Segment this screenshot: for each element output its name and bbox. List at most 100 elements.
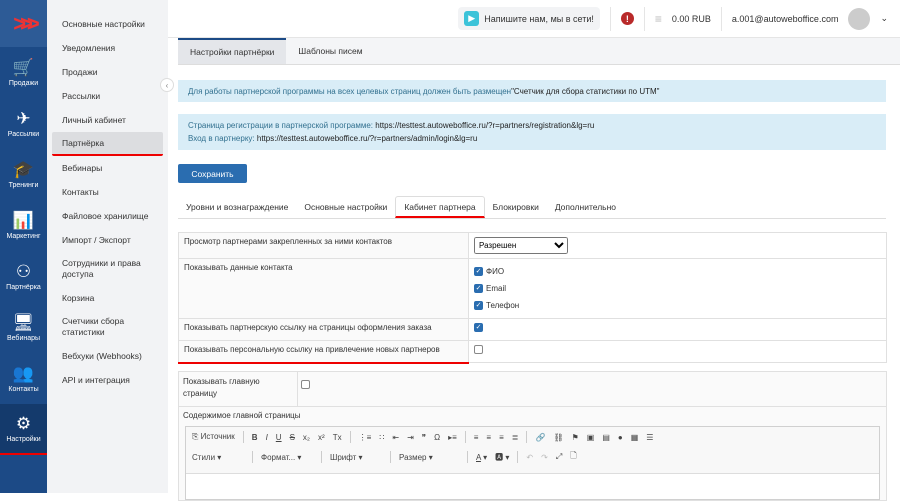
network-icon: ⚇ [16,262,31,282]
tab-extra[interactable]: Дополнительно [547,196,624,218]
save-button[interactable]: Сохранить [178,164,247,183]
source-button[interactable]: ⎘ Источник [192,432,235,442]
text-color-icon[interactable]: A ▾ [476,453,487,462]
nav-marketing[interactable]: 📊Маркетинг [0,200,47,251]
superscript-icon[interactable]: x² [318,433,325,442]
nav-partner[interactable]: ⚇Партнёрка [0,251,47,302]
row-label: Просмотр партнерами закрепленных за ними… [179,233,469,259]
styles-dropdown[interactable]: Стили ▾ [192,453,244,462]
menu-item[interactable]: Корзина [52,286,163,310]
numbered-list-icon[interactable]: ⋮≡ [359,433,372,442]
menu-item[interactable]: Продажи [52,60,163,84]
link-icon[interactable]: 🔗 [535,433,545,442]
menu-item[interactable]: Рассылки [52,84,163,108]
tab-levels[interactable]: Уровни и вознаграждение [178,196,296,218]
outdent-icon[interactable]: ⇤ [392,433,399,442]
chart-icon: 📊 [13,211,34,231]
justify-icon[interactable]: ≣ [512,433,519,442]
menu-item-partner[interactable]: Партнёрка [52,132,163,156]
indent-icon[interactable]: ⇥ [407,433,414,442]
checkbox-email[interactable]: ✓ [474,284,483,293]
menu-item[interactable]: Контакты [52,180,163,204]
undo-icon[interactable]: ↶ [526,453,533,462]
align-right-icon[interactable]: ≡ [499,433,504,442]
tab-partner-cabinet[interactable]: Кабинет партнера [395,196,484,218]
tab-basic[interactable]: Основные настройки [296,196,395,218]
chevron-down-icon[interactable]: ⌄ [880,13,888,24]
logo[interactable]: >>> [0,0,47,47]
nav-contacts[interactable]: 👥Контакты [0,353,47,404]
font-dropdown[interactable]: Шрифт ▾ [330,453,382,462]
avatar[interactable] [848,8,870,30]
graduation-cap-icon: 🎓 [13,160,34,180]
clear-format-icon[interactable]: Tx [333,433,342,442]
menu-item[interactable]: Счетчики сбора статистики [52,310,163,344]
checkbox-show-main[interactable] [301,380,310,389]
login-link[interactable]: https://testtest.autoweboffice.ru/?r=par… [257,134,477,143]
top-bar: ▶Напишите нам, мы в сети! ! ≡ 0.00 RUB a… [168,0,900,38]
nav-trainings[interactable]: 🎓Тренинги [0,149,47,200]
maximize-icon[interactable]: ⤢ [556,452,562,462]
tab-blocks[interactable]: Блокировки [485,196,547,218]
tab-email-templates[interactable]: Шаблоны писем [286,38,374,64]
menu-item[interactable]: Основные настройки [52,12,163,36]
bg-color-icon[interactable]: 🅰 ▾ [495,452,509,463]
checkbox-name[interactable]: ✓ [474,267,483,276]
menu-item[interactable]: Уведомления [52,36,163,60]
collapse-menu-button[interactable]: ‹ [160,78,174,92]
nav-settings[interactable]: ⚙Настройки [0,404,47,455]
checkbox-order-link[interactable]: ✓ [474,323,483,332]
contacts-view-select[interactable]: Разрешен [474,237,568,254]
menu-item[interactable]: Сотрудники и права доступа [52,252,163,286]
cabinet-settings-table: Просмотр партнерами закрепленных за ними… [178,232,887,364]
row-label: Показывать данные контакта [179,259,469,319]
omega-icon[interactable]: Ω [434,433,440,442]
underline-icon[interactable]: U [276,433,282,442]
quote-icon[interactable]: ❞ [422,433,426,442]
checkbox-personal-link[interactable] [474,345,483,354]
menu-item[interactable]: Вебинары [52,156,163,180]
size-dropdown[interactable]: Размер ▾ [399,453,459,462]
nav-sales[interactable]: 🛒Продажи [0,47,47,98]
partner-tabs: Уровни и вознаграждение Основные настрой… [178,196,886,219]
menu-item[interactable]: Личный кабинет [52,108,163,132]
block-icon[interactable]: ▸≡ [448,433,457,442]
alert-icon[interactable]: ! [621,12,634,25]
editor-toolbar-2: Стили ▾ Формат... ▾ Шрифт ▾ Размер ▾ A ▾… [186,447,879,467]
strike-icon[interactable]: S [290,433,295,442]
bold-icon[interactable]: B [252,433,258,442]
bullet-list-icon[interactable]: ∷ [379,433,384,442]
anchor-flag-icon[interactable]: ⚑ [572,433,579,442]
registration-link[interactable]: https://testtest.autoweboffice.ru/?r=par… [375,121,594,130]
menu-item[interactable]: Файловое хранилище [52,204,163,228]
editor-toolbar-1: ⎘ Источник BIUS x₂ x² Tx ⋮≡ ∷ ⇤ ⇥ ❞ Ω ▸≡ ≡ ≡ ≡ ≣ 🔗 ⛓… [186,427,879,447]
unlink-icon[interactable]: ⛓ [553,433,563,442]
editor-body[interactable] [186,473,879,499]
nav-webinars[interactable]: 🖥Вебинары [0,302,47,353]
nav-mailings[interactable]: ✈Рассылки [0,98,47,149]
align-center-icon[interactable]: ≡ [486,433,491,442]
redo-icon[interactable]: ↷ [541,453,548,462]
italic-icon[interactable]: I [266,433,268,442]
media-icon[interactable]: ▤ [602,433,610,442]
table-icon[interactable]: ▦ [631,433,639,442]
row-label: Показывать персональную ссылку на привле… [179,341,469,363]
flash-icon[interactable]: ● [618,433,623,442]
gear-icon: ⚙ [16,414,31,434]
hr-icon[interactable]: ☰ [646,433,653,442]
paper-plane-icon: ✈ [16,109,30,129]
format-dropdown[interactable]: Формат... ▾ [261,453,313,462]
image-icon[interactable]: ▣ [587,433,595,442]
tab-partner-settings[interactable]: Настройки партнёрки [178,38,286,64]
preview-icon[interactable]: 🗋 [570,450,576,464]
menu-item[interactable]: Импорт / Экспорт [52,228,163,252]
chat-button[interactable]: ▶Напишите нам, мы в сети! [458,7,600,30]
checkbox-phone[interactable]: ✓ [474,301,483,310]
user-email[interactable]: a.001@autoweboffice.com [732,14,839,24]
menu-item[interactable]: API и интеграция [52,368,163,392]
menu-item[interactable]: Вебхуки (Webhooks) [52,344,163,368]
align-left-icon[interactable]: ≡ [474,433,479,442]
balance: 0.00 RUB [672,14,711,24]
subscript-icon[interactable]: x₂ [303,433,310,442]
utm-counter-link[interactable]: "Счетчик для сбора статистики по UTM" [511,85,659,98]
